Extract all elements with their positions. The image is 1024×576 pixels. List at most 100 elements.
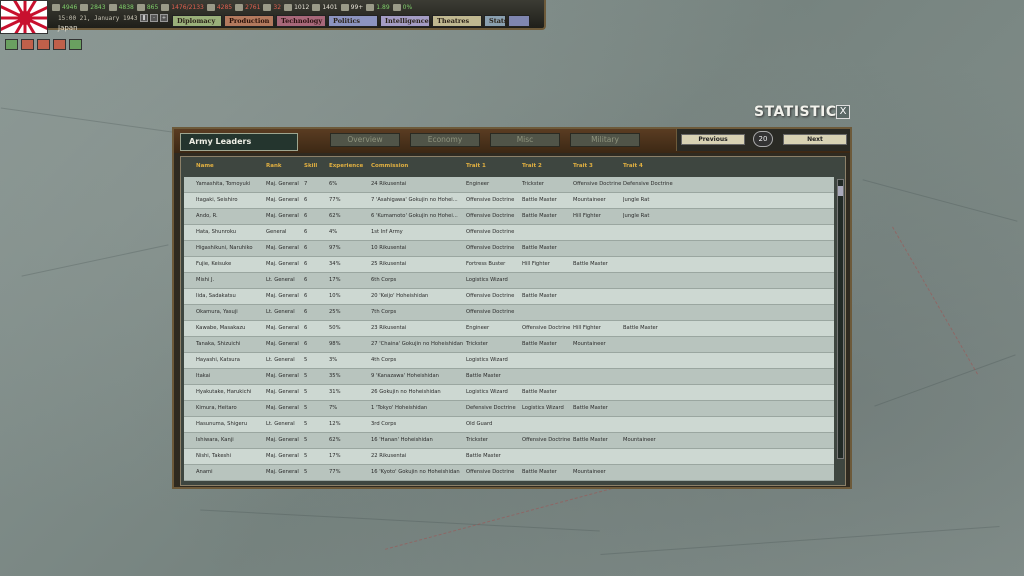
table-cell: 6 (304, 213, 308, 219)
resource-bar: 4946 2843 4838 865 1476/2133 4285 2761 32 1012 14… (52, 2, 412, 12)
resource-item: 1.89 (366, 3, 390, 11)
table-row[interactable]: Higashikuni, Naruhiko Maj. General 6 97% 10 … (184, 241, 834, 257)
column-header[interactable]: Skill (304, 163, 317, 169)
tab-intelligence[interactable]: Intelligence (380, 15, 430, 27)
page-number: 20 (753, 131, 773, 147)
column-header[interactable]: Rank (266, 163, 282, 169)
table-row[interactable]: Mishi J. Lt. General 6 17% 6th Corps Logistic… (184, 273, 834, 289)
table-row[interactable]: Hasunuma, Shigeru Lt. General 5 12% 3rd Corp… (184, 417, 834, 433)
japan-flag-icon[interactable] (0, 0, 48, 34)
quick-button-5[interactable] (69, 39, 82, 50)
quick-button-3[interactable] (37, 39, 50, 50)
table-cell: Battle Master (522, 341, 557, 347)
table-cell: Hasunuma, Shigeru (196, 421, 248, 427)
tab-diplomacy[interactable]: Diplomacy (172, 15, 222, 27)
table-cell: Higashikuni, Naruhiko (196, 245, 253, 251)
tab-menu[interactable] (508, 15, 530, 27)
tab-production[interactable]: Production (224, 15, 274, 27)
table-row[interactable]: Tanaka, Shizuichi Maj. General 6 98% 27 'Cha… (184, 337, 834, 353)
leaders-table: Name Rank Skill Experience Commission Trait 1… (180, 156, 846, 486)
column-header[interactable]: Name (196, 163, 214, 169)
table-cell: 23 Rikusentai (371, 325, 407, 331)
scrollbar-thumb[interactable] (838, 186, 843, 196)
table-cell: Battle Master (623, 325, 658, 331)
table-row[interactable]: Itakai Maj. General 5 35% 9 'Kanazawa' Hohei… (184, 369, 834, 385)
table-row[interactable]: Hata, Shunroku General 6 4% 1st Inf Army Offe… (184, 225, 834, 241)
resource-item: 1401 (312, 3, 338, 11)
table-cell: Maj. General (266, 293, 299, 299)
table-cell: 6 (304, 341, 308, 347)
table-cell: Okamura, Yasuji (196, 309, 238, 315)
table-cell: Logistics Wizard (466, 357, 508, 363)
table-cell: Engineer (466, 325, 490, 331)
tab-theatres[interactable]: Theatres (432, 15, 482, 27)
column-header[interactable]: Trait 1 (466, 163, 486, 169)
slower-icon[interactable]: - (150, 14, 158, 22)
table-cell: 7 'Asahigawa' Gokujin no Hohei... (371, 197, 458, 203)
table-row[interactable]: Hyakutake, Harukichi Maj. General 5 31% 26 G… (184, 385, 834, 401)
table-cell: Logistics Wizard (466, 277, 508, 283)
quick-button-2[interactable] (21, 39, 34, 50)
table-cell: 1 'Tokyo' Hoheishidan (371, 405, 428, 411)
table-row[interactable]: Hayashi, Katsura Lt. General 5 3% 4th Corps L… (184, 353, 834, 369)
quick-buttons (5, 39, 82, 50)
next-button[interactable]: Next (783, 134, 847, 145)
table-row[interactable]: Ishiwara, Kanji Maj. General 5 62% 16 'Hanan… (184, 433, 834, 449)
table-cell: Defensive Doctrine (466, 405, 516, 411)
supplies-icon (161, 3, 170, 11)
resource-item: 865 (136, 3, 158, 11)
tab-technology[interactable]: Technology (276, 15, 326, 27)
table-cell: Fortress Buster (466, 261, 506, 267)
table-cell: 6 (304, 309, 308, 315)
escort-icon (340, 3, 349, 11)
table-row[interactable]: Anami Maj. General 5 77% 16 'Kyoto' Gokujin … (184, 465, 834, 481)
table-cell: 7% (329, 405, 338, 411)
quick-button-4[interactable] (53, 39, 66, 50)
column-header[interactable]: Trait 4 (623, 163, 643, 169)
column-header[interactable]: Commission (371, 163, 408, 169)
resource-value: 2761 (245, 3, 261, 11)
oil-icon (136, 3, 145, 11)
table-cell: 5 (304, 469, 308, 475)
table-row[interactable]: Fujie, Keisuke Maj. General 6 34% 25 Rikusen… (184, 257, 834, 273)
table-cell: 9 'Kanazawa' Hoheishidan (371, 373, 439, 379)
column-header[interactable]: Trait 2 (522, 163, 542, 169)
pause-icon[interactable]: ❚ (140, 14, 148, 22)
game-date: 15:00 21, January 1943 (58, 15, 138, 22)
previous-button[interactable]: Previous (681, 134, 745, 145)
table-row[interactable]: Yamashita, Tomoyuki Maj. General 7 6% 24 Rik… (184, 177, 834, 193)
table-row[interactable]: Ando, R. Maj. General 6 62% 6 'Kumamoto' Gok… (184, 209, 834, 225)
table-cell: Maj. General (266, 469, 299, 475)
tab-stats[interactable]: Stats (484, 15, 508, 27)
table-cell: 5 (304, 357, 308, 363)
speed-controls: ❚ - + (140, 14, 168, 22)
table-row[interactable]: Iida, Sadakatsu Maj. General 6 10% 20 'Keijo… (184, 289, 834, 305)
resource-value: 0% (402, 3, 413, 11)
tab-politics[interactable]: Politics (328, 15, 378, 27)
subtab-military[interactable]: Military (570, 133, 640, 147)
table-row[interactable]: Kimura, Heitaro Maj. General 5 7% 1 'Tokyo' … (184, 401, 834, 417)
subtab-economy[interactable]: Economy (410, 133, 480, 147)
table-cell: 3% (329, 357, 338, 363)
column-header[interactable]: Trait 3 (573, 163, 593, 169)
column-header[interactable]: Experience (329, 163, 363, 169)
resource-item: 2761 (235, 3, 261, 11)
scrollbar[interactable] (837, 179, 844, 459)
table-cell: 12% (329, 421, 341, 427)
table-cell: Battle Master (522, 469, 557, 475)
faster-icon[interactable]: + (160, 14, 168, 22)
subtab-misc[interactable]: Misc (490, 133, 560, 147)
table-body: Yamashita, Tomoyuki Maj. General 7 6% 24 Rik… (184, 177, 834, 481)
table-header: Name Rank Skill Experience Commission Trait 1… (181, 161, 847, 175)
close-icon[interactable]: X (836, 105, 850, 119)
table-cell: Ishiwara, Kanji (196, 437, 234, 443)
main-tabs: Diplomacy Production Technology Politics… (172, 15, 530, 27)
table-row[interactable]: Itagaki, Seishiro Maj. General 6 77% 7 'Asah… (184, 193, 834, 209)
table-row[interactable]: Nishi, Takeshi Maj. General 5 17% 22 Rikusen… (184, 449, 834, 465)
table-row[interactable]: Kawabe, Masakazu Maj. General 6 50% 23 Rikus… (184, 321, 834, 337)
quick-button-1[interactable] (5, 39, 18, 50)
subtab-overview[interactable]: Overview (330, 133, 400, 147)
metal-icon (80, 3, 89, 11)
table-cell: Mountaineer (623, 437, 656, 443)
table-row[interactable]: Okamura, Yasuji Lt. General 6 25% 7th Corps O… (184, 305, 834, 321)
